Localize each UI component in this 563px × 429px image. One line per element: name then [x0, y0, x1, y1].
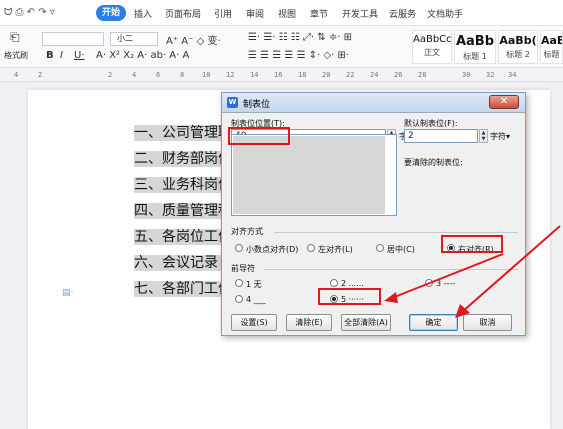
- arrow-head-leader: [384, 292, 398, 303]
- arrow-to-ok: [461, 225, 561, 313]
- pointer-arrows: [384, 225, 561, 318]
